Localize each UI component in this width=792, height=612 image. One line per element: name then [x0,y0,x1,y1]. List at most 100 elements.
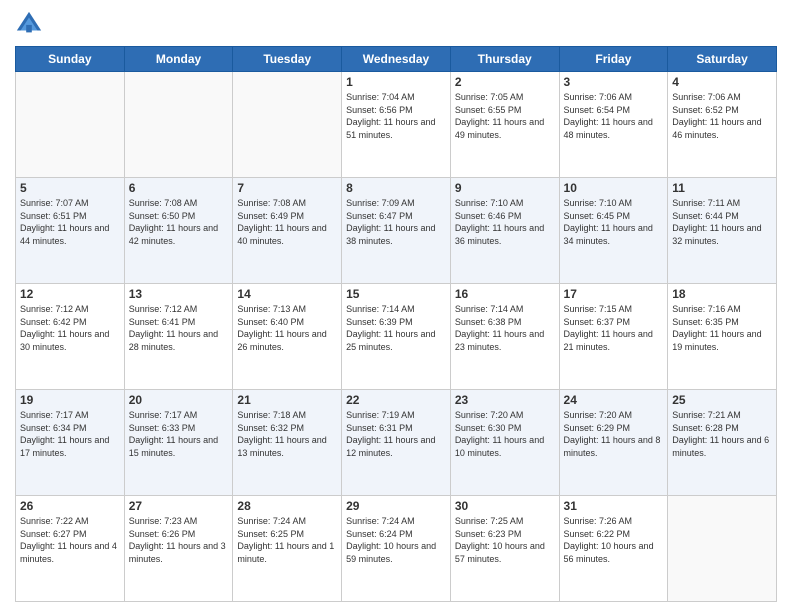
calendar-cell: 19 Sunrise: 7:17 AM Sunset: 6:34 PM Dayli… [16,390,125,496]
day-number: 9 [455,181,555,195]
day-info: Sunrise: 7:17 AM Sunset: 6:34 PM Dayligh… [20,409,120,459]
calendar-cell [668,496,777,602]
day-number: 26 [20,499,120,513]
day-info: Sunrise: 7:06 AM Sunset: 6:52 PM Dayligh… [672,91,772,141]
calendar-cell: 2 Sunrise: 7:05 AM Sunset: 6:55 PM Daylig… [450,72,559,178]
day-info: Sunrise: 7:15 AM Sunset: 6:37 PM Dayligh… [564,303,664,353]
calendar-cell: 6Sunrise: 7:08 AM Sunset: 6:50 PM Daylig… [124,178,233,284]
calendar-cell: 9 Sunrise: 7:10 AM Sunset: 6:46 PM Daylig… [450,178,559,284]
day-number: 2 [455,75,555,89]
calendar-cell: 13 Sunrise: 7:12 AM Sunset: 6:41 PM Dayli… [124,284,233,390]
day-number: 12 [20,287,120,301]
day-info: Sunrise: 7:20 AM Sunset: 6:29 PM Dayligh… [564,409,664,459]
calendar-week-4: 19 Sunrise: 7:17 AM Sunset: 6:34 PM Dayli… [16,390,777,496]
calendar-cell: 30 Sunrise: 7:25 AM Sunset: 6:23 PM Dayli… [450,496,559,602]
day-number: 15 [346,287,446,301]
calendar-cell [16,72,125,178]
day-number: 4 [672,75,772,89]
day-info: Sunrise: 7:17 AM Sunset: 6:33 PM Dayligh… [129,409,229,459]
day-number: 8 [346,181,446,195]
calendar-week-3: 12 Sunrise: 7:12 AM Sunset: 6:42 PM Dayli… [16,284,777,390]
day-number: 20 [129,393,229,407]
calendar-header-friday: Friday [559,47,668,72]
calendar-header-saturday: Saturday [668,47,777,72]
calendar-header-monday: Monday [124,47,233,72]
calendar-header-sunday: Sunday [16,47,125,72]
calendar-cell: 18 Sunrise: 7:16 AM Sunset: 6:35 PM Dayli… [668,284,777,390]
calendar-header-thursday: Thursday [450,47,559,72]
calendar-cell [124,72,233,178]
calendar-header-row: SundayMondayTuesdayWednesdayThursdayFrid… [16,47,777,72]
day-info: Sunrise: 7:14 AM Sunset: 6:39 PM Dayligh… [346,303,446,353]
day-info: Sunrise: 7:14 AM Sunset: 6:38 PM Dayligh… [455,303,555,353]
calendar: SundayMondayTuesdayWednesdayThursdayFrid… [15,46,777,602]
day-info: Sunrise: 7:06 AM Sunset: 6:54 PM Dayligh… [564,91,664,141]
calendar-cell: 26 Sunrise: 7:22 AM Sunset: 6:27 PM Dayli… [16,496,125,602]
calendar-cell [233,72,342,178]
day-info: Sunrise: 7:05 AM Sunset: 6:55 PM Dayligh… [455,91,555,141]
calendar-week-1: 1Sunrise: 7:04 AM Sunset: 6:56 PM Daylig… [16,72,777,178]
day-info: Sunrise: 7:09 AM Sunset: 6:47 PM Dayligh… [346,197,446,247]
calendar-cell: 27Sunrise: 7:23 AM Sunset: 6:26 PM Dayli… [124,496,233,602]
calendar-cell: 3 Sunrise: 7:06 AM Sunset: 6:54 PM Daylig… [559,72,668,178]
day-number: 22 [346,393,446,407]
day-info: Sunrise: 7:16 AM Sunset: 6:35 PM Dayligh… [672,303,772,353]
calendar-cell: 29 Sunrise: 7:24 AM Sunset: 6:24 PM Dayli… [342,496,451,602]
day-info: Sunrise: 7:08 AM Sunset: 6:49 PM Dayligh… [237,197,337,247]
day-info: Sunrise: 7:12 AM Sunset: 6:42 PM Dayligh… [20,303,120,353]
day-info: Sunrise: 7:12 AM Sunset: 6:41 PM Dayligh… [129,303,229,353]
day-info: Sunrise: 7:08 AM Sunset: 6:50 PM Dayligh… [129,197,229,247]
calendar-cell: 1Sunrise: 7:04 AM Sunset: 6:56 PM Daylig… [342,72,451,178]
calendar-cell: 24 Sunrise: 7:20 AM Sunset: 6:29 PM Dayli… [559,390,668,496]
calendar-cell: 11 Sunrise: 7:11 AM Sunset: 6:44 PM Dayli… [668,178,777,284]
day-number: 25 [672,393,772,407]
day-info: Sunrise: 7:10 AM Sunset: 6:45 PM Dayligh… [564,197,664,247]
day-number: 1 [346,75,446,89]
calendar-cell: 8 Sunrise: 7:09 AM Sunset: 6:47 PM Daylig… [342,178,451,284]
day-number: 16 [455,287,555,301]
day-info: Sunrise: 7:19 AM Sunset: 6:31 PM Dayligh… [346,409,446,459]
day-number: 19 [20,393,120,407]
calendar-header-wednesday: Wednesday [342,47,451,72]
day-number: 5 [20,181,120,195]
calendar-cell: 31 Sunrise: 7:26 AM Sunset: 6:22 PM Dayli… [559,496,668,602]
day-number: 29 [346,499,446,513]
day-info: Sunrise: 7:24 AM Sunset: 6:25 PM Dayligh… [237,515,337,565]
calendar-cell: 10 Sunrise: 7:10 AM Sunset: 6:45 PM Dayli… [559,178,668,284]
header [15,10,777,38]
day-info: Sunrise: 7:10 AM Sunset: 6:46 PM Dayligh… [455,197,555,247]
day-number: 24 [564,393,664,407]
calendar-week-5: 26 Sunrise: 7:22 AM Sunset: 6:27 PM Dayli… [16,496,777,602]
day-number: 30 [455,499,555,513]
day-info: Sunrise: 7:25 AM Sunset: 6:23 PM Dayligh… [455,515,555,565]
calendar-cell: 15 Sunrise: 7:14 AM Sunset: 6:39 PM Dayli… [342,284,451,390]
day-number: 28 [237,499,337,513]
day-number: 21 [237,393,337,407]
calendar-week-2: 5Sunrise: 7:07 AM Sunset: 6:51 PM Daylig… [16,178,777,284]
day-number: 11 [672,181,772,195]
day-number: 31 [564,499,664,513]
day-info: Sunrise: 7:26 AM Sunset: 6:22 PM Dayligh… [564,515,664,565]
page: SundayMondayTuesdayWednesdayThursdayFrid… [0,0,792,612]
day-number: 14 [237,287,337,301]
day-info: Sunrise: 7:24 AM Sunset: 6:24 PM Dayligh… [346,515,446,565]
calendar-cell: 25Sunrise: 7:21 AM Sunset: 6:28 PM Dayli… [668,390,777,496]
calendar-cell: 17Sunrise: 7:15 AM Sunset: 6:37 PM Dayli… [559,284,668,390]
day-number: 27 [129,499,229,513]
calendar-cell: 7 Sunrise: 7:08 AM Sunset: 6:49 PM Daylig… [233,178,342,284]
day-number: 7 [237,181,337,195]
calendar-cell: 14 Sunrise: 7:13 AM Sunset: 6:40 PM Dayli… [233,284,342,390]
calendar-cell: 21Sunrise: 7:18 AM Sunset: 6:32 PM Dayli… [233,390,342,496]
day-info: Sunrise: 7:13 AM Sunset: 6:40 PM Dayligh… [237,303,337,353]
calendar-cell: 23Sunrise: 7:20 AM Sunset: 6:30 PM Dayli… [450,390,559,496]
day-number: 13 [129,287,229,301]
calendar-cell: 4 Sunrise: 7:06 AM Sunset: 6:52 PM Daylig… [668,72,777,178]
calendar-cell: 5Sunrise: 7:07 AM Sunset: 6:51 PM Daylig… [16,178,125,284]
day-number: 3 [564,75,664,89]
day-info: Sunrise: 7:22 AM Sunset: 6:27 PM Dayligh… [20,515,120,565]
day-number: 18 [672,287,772,301]
calendar-cell: 22 Sunrise: 7:19 AM Sunset: 6:31 PM Dayli… [342,390,451,496]
day-info: Sunrise: 7:11 AM Sunset: 6:44 PM Dayligh… [672,197,772,247]
day-number: 23 [455,393,555,407]
day-number: 10 [564,181,664,195]
